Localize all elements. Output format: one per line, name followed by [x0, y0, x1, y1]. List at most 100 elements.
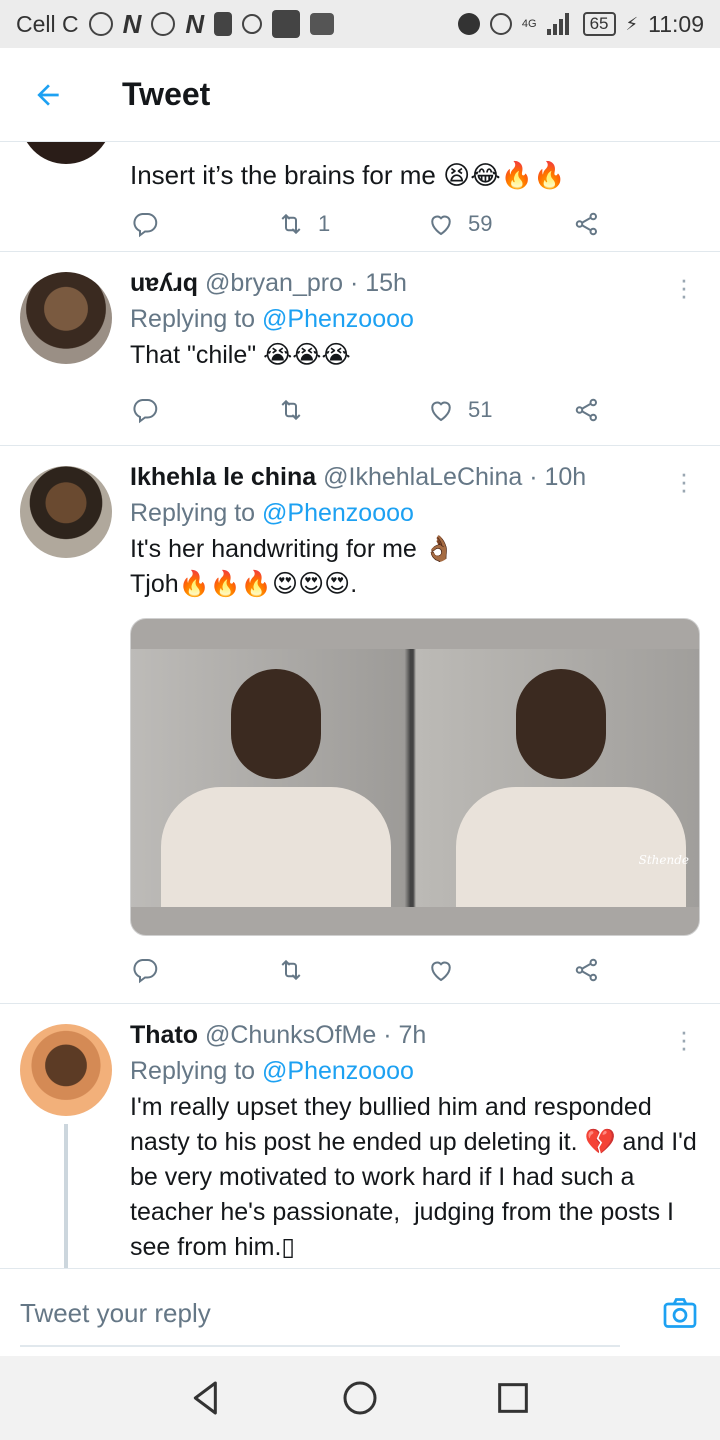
- replying-to-prefix: Replying to: [130, 499, 263, 527]
- share-button[interactable]: [572, 209, 602, 239]
- recents-nav-icon[interactable]: [493, 1378, 533, 1418]
- facebook-icon: [88, 12, 113, 36]
- avatar[interactable]: [20, 142, 112, 164]
- share-icon: [575, 958, 598, 982]
- page-title: Tweet: [122, 76, 211, 112]
- tweet-text: I'm really upset they bullied him and re…: [130, 1093, 704, 1261]
- author-handle[interactable]: @IkhehlaLeChina: [323, 463, 522, 491]
- network-type: 4G: [521, 17, 537, 30]
- tweet-actions: [130, 950, 610, 990]
- author-line: Ikhehla le china @IkhehlaLeChina · 10h: [130, 460, 700, 494]
- retweet-button[interactable]: 1: [276, 209, 330, 239]
- carrier-label: Cell C: [16, 10, 79, 37]
- tweet-media-image[interactable]: Sthende: [130, 618, 700, 936]
- share-icon: [575, 398, 598, 422]
- battery-indicator: 65: [582, 12, 616, 36]
- mention-link[interactable]: @Phenzoooo: [262, 305, 414, 333]
- author-handle[interactable]: @ChunksOfMe: [205, 1021, 376, 1049]
- arrow-left-icon: [37, 83, 59, 106]
- heart-icon: [431, 961, 451, 982]
- app-icon: [272, 10, 301, 38]
- charging-icon: ⚡: [625, 13, 639, 34]
- reply-icon: [133, 959, 158, 984]
- tweet-time: · 15h: [349, 269, 407, 297]
- tweet-time: · 7h: [383, 1021, 427, 1049]
- app-header: Tweet: [0, 48, 720, 142]
- avatar[interactable]: [20, 272, 112, 364]
- author-line: Thato @ChunksOfMe · 7h: [130, 1018, 700, 1052]
- tweet-item[interactable]: · · · Thato @ChunksOfMe · 7h Replying to @…: [0, 1004, 720, 1268]
- share-icon: [575, 212, 598, 236]
- retweet-icon: [281, 959, 301, 981]
- back-nav-icon[interactable]: [187, 1378, 227, 1418]
- reply-button[interactable]: [130, 209, 160, 239]
- like-count: 51: [468, 397, 493, 422]
- avatar[interactable]: [20, 466, 112, 558]
- tweet-content: Insert it’s the brains for me 😫😂🔥🔥: [130, 150, 700, 200]
- media-photo: Sthende: [131, 649, 699, 907]
- person-figure: [456, 787, 686, 907]
- like-count: 59: [468, 211, 493, 236]
- status-bar: Cell C N N 4G 65 ⚡ 11:09: [0, 0, 720, 48]
- retweet-button[interactable]: [276, 955, 318, 985]
- like-button[interactable]: 59: [426, 209, 492, 239]
- like-button[interactable]: 51: [426, 395, 492, 425]
- tweet-text: That "chile" 😭😭😭: [130, 341, 351, 369]
- tweet-item[interactable]: Insert it’s the brains for me 😫😂🔥🔥 1 59: [0, 142, 720, 252]
- system-nav-bar: [0, 1356, 720, 1440]
- dnd-icon: [457, 13, 480, 35]
- tweet-actions: 1 59: [130, 204, 610, 244]
- reply-input[interactable]: Tweet your reply: [20, 1269, 620, 1347]
- gallery-icon: [310, 13, 335, 35]
- whatsapp-icon: [151, 12, 176, 36]
- signal-icon: [546, 13, 569, 35]
- back-button[interactable]: [0, 48, 96, 142]
- person-head: [231, 669, 321, 779]
- reply-button[interactable]: [130, 955, 160, 985]
- home-nav-icon[interactable]: [340, 1378, 380, 1418]
- share-button[interactable]: [572, 955, 602, 985]
- retweet-icon: [281, 399, 301, 421]
- tweet-content: Thato @ChunksOfMe · 7h Replying to @Phen…: [130, 1018, 700, 1265]
- person-head: [516, 669, 606, 779]
- replying-to-prefix: Replying to: [130, 305, 263, 333]
- reply-icon: [133, 399, 158, 424]
- replying-to-prefix: Replying to: [130, 1057, 263, 1085]
- heart-icon: [431, 401, 451, 422]
- media-watermark: Sthende: [638, 853, 689, 867]
- like-button[interactable]: [426, 955, 468, 985]
- avatar[interactable]: [20, 1024, 112, 1116]
- camera-button[interactable]: [662, 1295, 698, 1331]
- alarm-icon: [489, 13, 512, 35]
- tweet-actions: 51: [130, 390, 610, 430]
- news-app-icon: N: [122, 8, 142, 39]
- reply-composer: Tweet your reply: [0, 1268, 720, 1356]
- camera-icon: [663, 1298, 697, 1328]
- mention-link[interactable]: @Phenzoooo: [262, 1057, 414, 1085]
- thread-connector: [64, 1124, 68, 1268]
- tweet-text: It's her handwriting for me 👌🏾 Tjoh🔥🔥🔥😍😍…: [130, 535, 455, 598]
- news-app-icon-2: N: [185, 8, 205, 39]
- tweet-text: Insert it’s the brains for me 😫😂🔥🔥: [130, 160, 566, 190]
- reply-feed[interactable]: Insert it’s the brains for me 😫😂🔥🔥 1 59 …: [0, 142, 720, 1268]
- author-name[interactable]: Ikhehla le china: [130, 463, 316, 491]
- retweet-icon: [281, 213, 301, 235]
- author-name[interactable]: Thato: [130, 1021, 198, 1049]
- replying-to: Replying to @Phenzoooo: [130, 300, 700, 338]
- clock: 11:09: [648, 10, 704, 37]
- tweet-content: Ikhehla le china @IkhehlaLeChina · 10h R…: [130, 460, 700, 602]
- retweet-count: 1: [318, 211, 331, 236]
- replying-to: Replying to @Phenzoooo: [130, 1052, 700, 1090]
- replying-to: Replying to @Phenzoooo: [130, 494, 700, 532]
- reply-button[interactable]: [130, 395, 160, 425]
- tweet-item[interactable]: · · · uɐʎɹq @bryan_pro · 15h Replying to @…: [0, 252, 720, 446]
- author-handle[interactable]: @bryan_pro: [205, 269, 343, 297]
- heart-icon: [431, 215, 451, 236]
- mention-link[interactable]: @Phenzoooo: [262, 499, 414, 527]
- location-icon: [242, 14, 263, 34]
- share-button[interactable]: [572, 395, 602, 425]
- author-line: uɐʎɹq @bryan_pro · 15h: [130, 266, 700, 300]
- author-name[interactable]: uɐʎɹq: [130, 269, 198, 297]
- retweet-button[interactable]: [276, 395, 318, 425]
- tweet-item[interactable]: · · · Ikhehla le china @IkhehlaLeChina · 1…: [0, 446, 720, 1004]
